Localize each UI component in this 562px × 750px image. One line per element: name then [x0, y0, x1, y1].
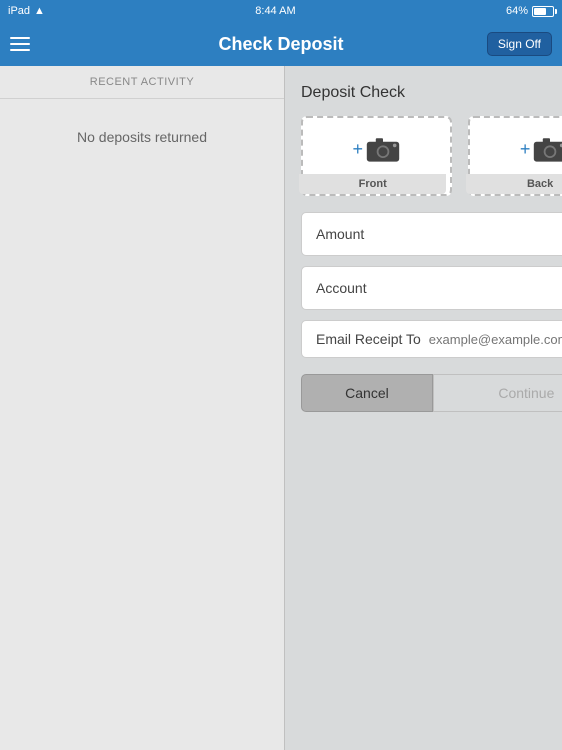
front-camera-symbol: +: [352, 134, 401, 164]
back-camera-symbol: +: [520, 134, 562, 164]
back-camera-card[interactable]: + Back: [468, 116, 562, 196]
amount-label: Amount: [316, 226, 364, 242]
front-card-label: Front: [299, 174, 446, 194]
email-input[interactable]: [429, 332, 562, 347]
back-camera-icon: [532, 134, 562, 164]
email-receipt-field: Email Receipt To: [301, 320, 562, 358]
camera-row: + Front +: [301, 116, 562, 196]
status-right: 64%: [506, 5, 554, 17]
account-label: Account: [316, 280, 367, 296]
front-camera-card[interactable]: + Front: [301, 116, 452, 196]
device-label: iPad: [8, 5, 30, 17]
back-plus-icon: +: [520, 139, 531, 160]
time-display: 8:44 AM: [255, 5, 295, 17]
front-camera-icon: [365, 134, 401, 164]
header: Check Deposit Sign Off: [0, 22, 562, 66]
left-panel: RECENT ACTIVITY No deposits returned: [0, 66, 285, 750]
wifi-icon: ▲: [34, 5, 45, 17]
battery-icon: [532, 6, 554, 17]
action-buttons: Cancel Continue: [301, 374, 562, 412]
continue-button[interactable]: Continue: [433, 374, 562, 412]
no-deposits-message: No deposits returned: [0, 99, 284, 175]
back-card-label: Back: [466, 174, 562, 194]
front-plus-icon: +: [352, 139, 363, 160]
page-title: Check Deposit: [218, 34, 343, 55]
battery-percent: 64%: [506, 5, 528, 17]
cancel-button[interactable]: Cancel: [301, 374, 433, 412]
email-receipt-label: Email Receipt To: [316, 331, 421, 347]
recent-activity-header: RECENT ACTIVITY: [0, 66, 284, 99]
account-field[interactable]: Account ›: [301, 266, 562, 310]
menu-button[interactable]: [10, 30, 38, 58]
amount-field[interactable]: Amount ›: [301, 212, 562, 256]
main-layout: RECENT ACTIVITY No deposits returned Dep…: [0, 66, 562, 750]
right-panel: Deposit Check + Front: [285, 66, 562, 750]
status-bar: iPad ▲ 8:44 AM 64%: [0, 0, 562, 22]
status-left: iPad ▲: [8, 5, 45, 17]
sign-off-button[interactable]: Sign Off: [487, 32, 552, 56]
deposit-check-title: Deposit Check: [301, 84, 562, 102]
